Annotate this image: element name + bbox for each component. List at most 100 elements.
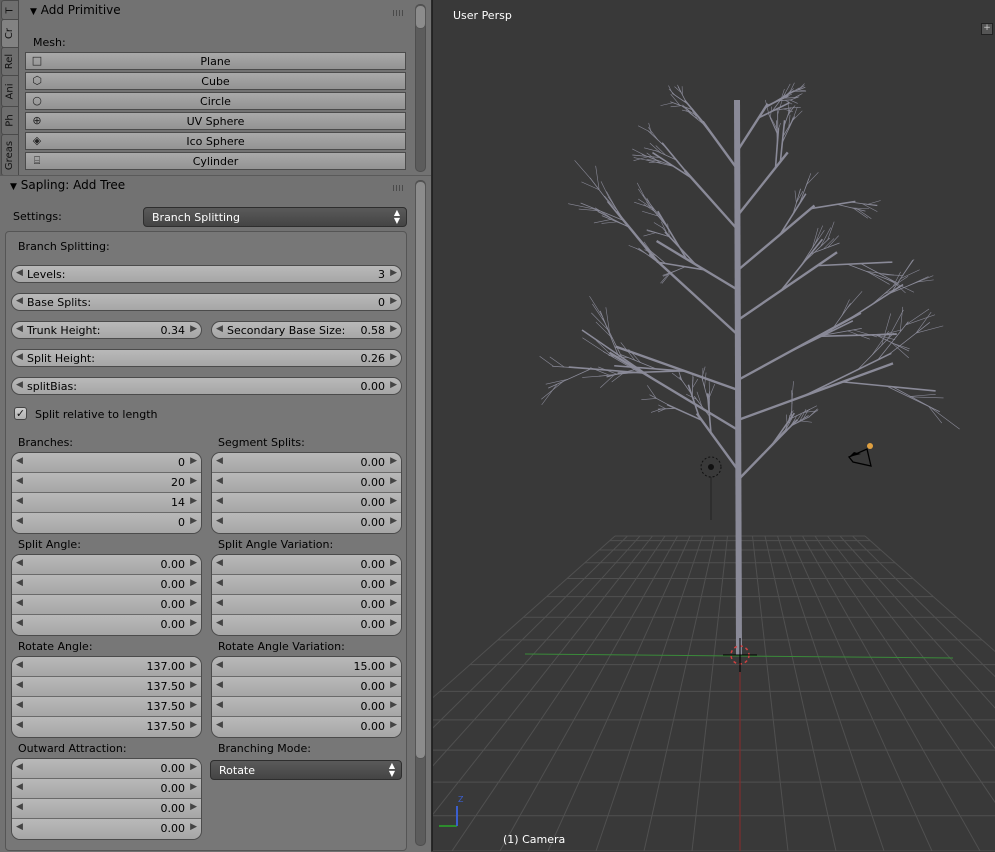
split-angle-level-2-field[interactable]: ◀0.00▶	[12, 575, 201, 595]
increment-arrow-icon[interactable]: ▶	[190, 660, 197, 670]
increment-arrow-icon[interactable]: ▶	[390, 680, 397, 690]
panel-drag-grip-icon[interactable]	[393, 10, 405, 16]
decrement-arrow-icon[interactable]: ◀	[16, 476, 23, 486]
split-angle-variation-level-2-field[interactable]: ◀0.00▶	[212, 575, 401, 595]
branching-mode-dropdown[interactable]: Rotate ▲▼	[210, 760, 402, 780]
decrement-arrow-icon[interactable]: ◀	[216, 680, 223, 690]
decrement-arrow-icon[interactable]: ◀	[16, 496, 23, 506]
segment-splits-level-3-field[interactable]: ◀0.00▶	[212, 493, 401, 513]
increment-arrow-icon[interactable]: ▶	[190, 516, 197, 526]
add-ico-sphere-button[interactable]: ◈Ico Sphere	[25, 132, 406, 150]
base-splits-field[interactable]: ◀ Base Splits: 0 ▶	[11, 293, 402, 311]
increment-arrow-icon[interactable]: ▶	[390, 352, 397, 362]
outward-attraction-level-3-field[interactable]: ◀0.00▶	[12, 799, 201, 819]
rotate-angle-variation-level-1-field[interactable]: ◀15.00▶	[212, 657, 401, 677]
decrement-arrow-icon[interactable]: ◀	[216, 700, 223, 710]
increment-arrow-icon[interactable]: ▶	[190, 720, 197, 730]
increment-arrow-icon[interactable]: ▶	[190, 680, 197, 690]
decrement-arrow-icon[interactable]: ◀	[216, 476, 223, 486]
increment-arrow-icon[interactable]: ▶	[390, 598, 397, 608]
increment-arrow-icon[interactable]: ▶	[190, 476, 197, 486]
decrement-arrow-icon[interactable]: ◀	[216, 324, 223, 334]
decrement-arrow-icon[interactable]: ◀	[16, 558, 23, 568]
split-height-field[interactable]: ◀ Split Height: 0.26 ▶	[11, 349, 402, 367]
decrement-arrow-icon[interactable]: ◀	[16, 456, 23, 466]
decrement-arrow-icon[interactable]: ◀	[16, 352, 23, 362]
branches-level-3-field[interactable]: ◀14▶	[12, 493, 201, 513]
increment-arrow-icon[interactable]: ▶	[390, 296, 397, 306]
secondary-base-size-field[interactable]: ◀ Secondary Base Size: 0.58 ▶	[211, 321, 402, 339]
scrollbar[interactable]	[415, 4, 426, 172]
segment-splits-level-1-field[interactable]: ◀0.00▶	[212, 453, 401, 473]
scroll-thumb[interactable]	[415, 5, 426, 29]
decrement-arrow-icon[interactable]: ◀	[16, 296, 23, 306]
decrement-arrow-icon[interactable]: ◀	[216, 516, 223, 526]
split-angle-variation-level-3-field[interactable]: ◀0.00▶	[212, 595, 401, 615]
rotate-angle-variation-level-4-field[interactable]: ◀0.00▶	[212, 717, 401, 737]
sapling-header[interactable]: ▼ Sapling: Add Tree	[10, 178, 125, 192]
increment-arrow-icon[interactable]: ▶	[190, 618, 197, 628]
decrement-arrow-icon[interactable]: ◀	[216, 720, 223, 730]
tab-tools[interactable]: T	[1, 0, 19, 20]
split-angle-level-3-field[interactable]: ◀0.00▶	[12, 595, 201, 615]
branches-level-4-field[interactable]: ◀0▶	[12, 513, 201, 533]
decrement-arrow-icon[interactable]: ◀	[16, 720, 23, 730]
decrement-arrow-icon[interactable]: ◀	[216, 660, 223, 670]
tab-relations[interactable]: Rel	[1, 47, 19, 76]
decrement-arrow-icon[interactable]: ◀	[16, 782, 23, 792]
split-angle-variation-level-1-field[interactable]: ◀0.00▶	[212, 555, 401, 575]
increment-arrow-icon[interactable]: ▶	[190, 822, 197, 832]
rotate-angle-level-4-field[interactable]: ◀137.50▶	[12, 717, 201, 737]
settings-dropdown[interactable]: Branch Splitting ▲▼	[143, 207, 407, 227]
increment-arrow-icon[interactable]: ▶	[390, 380, 397, 390]
increment-arrow-icon[interactable]: ▶	[190, 324, 197, 334]
tab-physics[interactable]: Ph	[1, 106, 19, 135]
increment-arrow-icon[interactable]: ▶	[390, 268, 397, 278]
scroll-thumb[interactable]	[415, 181, 426, 759]
increment-arrow-icon[interactable]: ▶	[390, 456, 397, 466]
decrement-arrow-icon[interactable]: ◀	[16, 268, 23, 278]
decrement-arrow-icon[interactable]: ◀	[16, 516, 23, 526]
increment-arrow-icon[interactable]: ▶	[190, 802, 197, 812]
decrement-arrow-icon[interactable]: ◀	[216, 456, 223, 466]
decrement-arrow-icon[interactable]: ◀	[216, 598, 223, 608]
decrement-arrow-icon[interactable]: ◀	[216, 558, 223, 568]
decrement-arrow-icon[interactable]: ◀	[16, 324, 23, 334]
decrement-arrow-icon[interactable]: ◀	[216, 578, 223, 588]
panel-drag-grip-icon[interactable]	[393, 185, 405, 191]
increment-arrow-icon[interactable]: ▶	[390, 496, 397, 506]
decrement-arrow-icon[interactable]: ◀	[216, 618, 223, 628]
decrement-arrow-icon[interactable]: ◀	[16, 700, 23, 710]
add-circle-button[interactable]: ○Circle	[25, 92, 406, 110]
branches-level-2-field[interactable]: ◀20▶	[12, 473, 201, 493]
rotate-angle-level-2-field[interactable]: ◀137.50▶	[12, 677, 201, 697]
toggle-properties-plus-icon[interactable]: +	[981, 23, 993, 35]
decrement-arrow-icon[interactable]: ◀	[16, 660, 23, 670]
add-cylinder-button[interactable]: ⌸Cylinder	[25, 152, 406, 170]
decrement-arrow-icon[interactable]: ◀	[16, 618, 23, 628]
add-plane-button[interactable]: □Plane	[25, 52, 406, 70]
increment-arrow-icon[interactable]: ▶	[190, 578, 197, 588]
increment-arrow-icon[interactable]: ▶	[190, 782, 197, 792]
outward-attraction-level-2-field[interactable]: ◀0.00▶	[12, 779, 201, 799]
increment-arrow-icon[interactable]: ▶	[190, 496, 197, 506]
increment-arrow-icon[interactable]: ▶	[190, 558, 197, 568]
decrement-arrow-icon[interactable]: ◀	[16, 822, 23, 832]
split-angle-level-1-field[interactable]: ◀0.00▶	[12, 555, 201, 575]
increment-arrow-icon[interactable]: ▶	[390, 558, 397, 568]
decrement-arrow-icon[interactable]: ◀	[16, 380, 23, 390]
increment-arrow-icon[interactable]: ▶	[190, 598, 197, 608]
tab-grease-pencil[interactable]: Greas	[1, 134, 19, 176]
segment-splits-level-4-field[interactable]: ◀0.00▶	[212, 513, 401, 533]
increment-arrow-icon[interactable]: ▶	[190, 700, 197, 710]
increment-arrow-icon[interactable]: ▶	[390, 578, 397, 588]
increment-arrow-icon[interactable]: ▶	[390, 700, 397, 710]
tab-animation[interactable]: Ani	[1, 75, 19, 107]
trunk-height-field[interactable]: ◀ Trunk Height: 0.34 ▶	[11, 321, 202, 339]
segment-splits-level-2-field[interactable]: ◀0.00▶	[212, 473, 401, 493]
3d-viewport[interactable]: User Persp Z (1) Camera +	[432, 0, 995, 851]
scrollbar[interactable]	[415, 180, 426, 846]
outward-attraction-level-4-field[interactable]: ◀0.00▶	[12, 819, 201, 839]
tab-create[interactable]: Cr	[1, 19, 19, 48]
branches-level-1-field[interactable]: ◀0▶	[12, 453, 201, 473]
